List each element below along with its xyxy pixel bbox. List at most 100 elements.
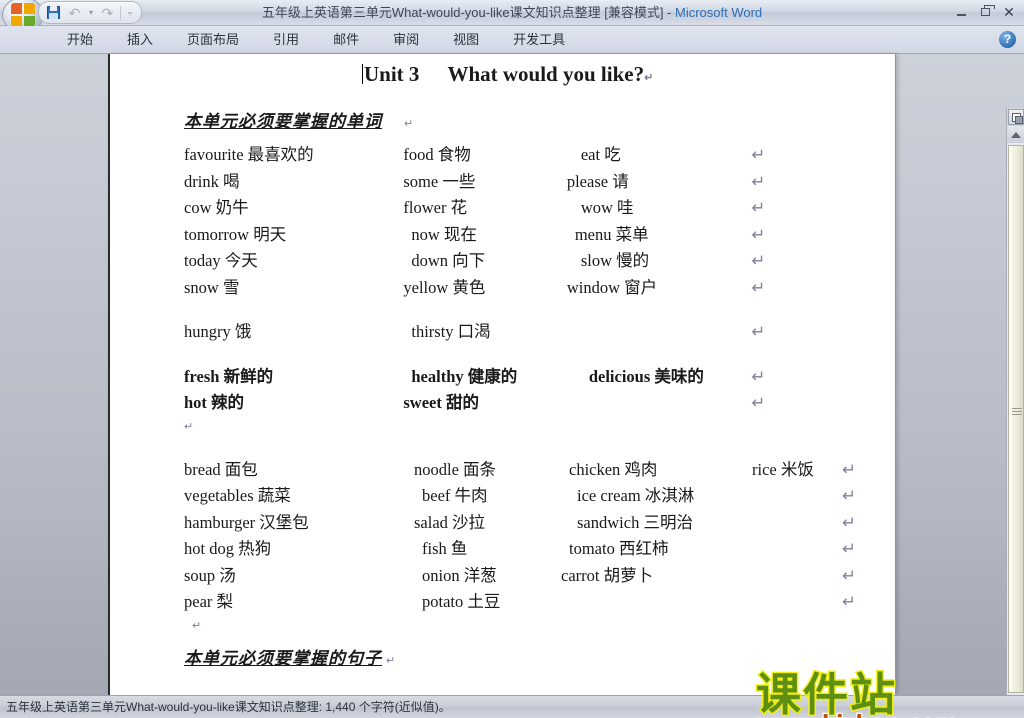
- word-cell: tomorrow 明天: [184, 224, 287, 244]
- customize-icon: ⩦: [127, 7, 133, 17]
- restore-icon: [980, 5, 995, 16]
- empty-line: [184, 439, 878, 457]
- tab-page-layout[interactable]: 页面布局: [170, 26, 256, 54]
- vertical-scrollbar[interactable]: ⯭ ⯯: [1006, 108, 1024, 718]
- word-cell: onion 洋葱: [422, 565, 497, 585]
- food-word-list: bread 面包 noodle 面条 chicken 鸡肉 rice 米饭 ↵ …: [184, 457, 878, 616]
- undo-dropdown-button[interactable]: ▾: [85, 3, 97, 22]
- section-heading-sentences-row: 本单元必须要掌握的句子 ↵: [184, 640, 878, 679]
- word-list-group-one: favourite 最喜欢的 food 食物 eat 吃 ↵ drink 喝 s…: [184, 142, 878, 301]
- minimize-button[interactable]: [950, 3, 972, 21]
- table-row: hot 辣的 sweet 甜的 ↵: [184, 390, 878, 417]
- document-body[interactable]: Unit 3 What would you like?↵ 本单元必须要掌握的单词 …: [110, 54, 898, 714]
- save-button[interactable]: [43, 3, 64, 22]
- window-title: 五年级上英语第三单元What-would-you-like课文知识点整理 [兼容…: [0, 0, 1024, 26]
- table-row: tomorrow 明天 now 现在 menu 菜单 ↵: [184, 222, 878, 249]
- paragraph-mark: ↵: [751, 171, 766, 191]
- office-logo-icon: [11, 3, 35, 27]
- word-list-group-two: hungry 饿 thirsty 口渴 ↵: [184, 319, 878, 346]
- paragraph-mark: ↵: [751, 393, 766, 412]
- document-heading: Unit 3 What would you like?↵: [184, 60, 878, 87]
- split-window-icon[interactable]: [1008, 109, 1024, 125]
- word-cell: today 今天: [184, 251, 258, 270]
- word-cell: now 现在: [411, 224, 477, 244]
- help-icon[interactable]: ?: [999, 31, 1016, 48]
- paragraph-mark: ↵: [751, 366, 766, 386]
- status-bar: 五年级上英语第三单元What-would-you-like课文知识点整理: 1,…: [0, 695, 1024, 718]
- paragraph-mark: ↵: [404, 118, 414, 130]
- word-cell: snow 雪: [184, 277, 240, 297]
- document-page[interactable]: Unit 3 What would you like?↵ 本单元必须要掌握的单词 …: [108, 54, 898, 714]
- tab-review[interactable]: 审阅: [376, 26, 436, 54]
- word-cell: [722, 563, 842, 590]
- empty-line: ↵: [184, 417, 878, 439]
- word-cell: beef 牛肉: [422, 486, 488, 505]
- word-cell: sweet 甜的: [403, 393, 479, 412]
- word-cell: thirsty 口渴: [411, 322, 491, 341]
- toolbar-divider: [120, 5, 121, 20]
- word-application-window: 五年级上英语第三单元What-would-you-like课文知识点整理 [兼容…: [0, 0, 1024, 718]
- document-workspace: Unit 3 What would you like?↵ 本单元必须要掌握的单词 …: [0, 54, 1024, 718]
- close-button[interactable]: ✕: [998, 3, 1020, 21]
- paragraph-mark: ↵: [751, 322, 766, 341]
- scrollbar-grip-icon: [1012, 408, 1022, 416]
- word-cell: food 食物: [403, 145, 471, 164]
- tab-references[interactable]: 引用: [256, 26, 316, 54]
- paragraph-mark: ↵: [386, 654, 396, 667]
- word-cell: chicken 鸡肉: [569, 459, 658, 479]
- table-row: snow 雪 yellow 黄色 window 窗户 ↵: [184, 275, 878, 302]
- ribbon-tabs: 开始 插入 页面布局 引用 邮件 审阅 视图 开发工具: [50, 26, 582, 54]
- word-cell: hamburger 汉堡包: [184, 512, 309, 532]
- adjective-list: fresh 新鲜的 healthy 健康的 delicious 美味的 ↵ ho…: [184, 364, 878, 417]
- table-row: cow 奶牛 flower 花 wow 哇 ↵: [184, 195, 878, 222]
- table-row: favourite 最喜欢的 food 食物 eat 吃 ↵: [184, 142, 878, 169]
- word-cell: favourite 最喜欢的: [184, 145, 314, 164]
- table-row: today 今天 down 向下 slow 慢的 ↵: [184, 248, 878, 275]
- word-cell: menu 菜单: [574, 224, 649, 244]
- table-row: vegetables 蔬菜 beef 牛肉 ice cream 冰淇淋 ↵: [184, 483, 878, 510]
- title-bar: 五年级上英语第三单元What-would-you-like课文知识点整理 [兼容…: [0, 0, 1024, 33]
- customize-quick-access-button[interactable]: ⩦: [123, 3, 137, 22]
- tab-home[interactable]: 开始: [50, 26, 110, 54]
- word-cell: down 向下: [411, 251, 486, 270]
- word-cell: sandwich 三明治: [577, 512, 693, 532]
- paragraph-mark: ↵: [751, 251, 766, 270]
- word-cell: drink 喝: [184, 171, 240, 191]
- save-icon: [47, 6, 60, 19]
- word-cell: rice 米饭: [752, 459, 814, 479]
- word-cell: [722, 536, 842, 563]
- paragraph-mark: ↵: [751, 277, 766, 297]
- close-icon: ✕: [1003, 4, 1015, 20]
- word-cell: delicious 美味的: [588, 366, 704, 386]
- word-cell: [547, 589, 722, 616]
- table-row: bread 面包 noodle 面条 chicken 鸡肉 rice 米饭 ↵: [184, 457, 878, 484]
- table-row: hungry 饿 thirsty 口渴 ↵: [184, 319, 878, 346]
- window-controls: ✕: [950, 2, 1020, 22]
- word-cell: noodle 面条: [414, 459, 497, 479]
- paragraph-mark: ↵: [751, 224, 766, 244]
- tab-insert[interactable]: 插入: [110, 26, 170, 54]
- quick-access-toolbar: ↶ ▾ ↷ ⩦: [38, 1, 142, 24]
- word-cell: eat 吃: [580, 145, 621, 164]
- tab-mailings[interactable]: 邮件: [316, 26, 376, 54]
- word-cell: yellow 黄色: [403, 277, 486, 297]
- tab-view[interactable]: 视图: [436, 26, 496, 54]
- word-cell: fish 鱼: [422, 539, 468, 558]
- undo-icon: ↶: [68, 4, 81, 21]
- undo-button[interactable]: ↶: [64, 3, 85, 22]
- scrollbar-thumb[interactable]: [1008, 145, 1024, 693]
- paragraph-mark: ↵: [842, 539, 856, 558]
- text-cursor: [362, 64, 363, 84]
- redo-button[interactable]: ↷: [97, 3, 118, 22]
- word-cell: salad 沙拉: [414, 512, 486, 532]
- word-cell: bread 面包: [184, 459, 258, 479]
- table-row: pear 梨 potato 土豆 ↵: [184, 589, 878, 616]
- scroll-up-button[interactable]: [1007, 126, 1024, 143]
- scrollbar-track[interactable]: [1007, 143, 1024, 695]
- tab-developer[interactable]: 开发工具: [496, 26, 582, 54]
- minimize-icon: [956, 14, 966, 16]
- empty-line: ↵: [184, 616, 878, 640]
- restore-button[interactable]: [974, 3, 996, 21]
- word-cell: [722, 510, 842, 537]
- word-cell: pear 梨: [184, 592, 234, 611]
